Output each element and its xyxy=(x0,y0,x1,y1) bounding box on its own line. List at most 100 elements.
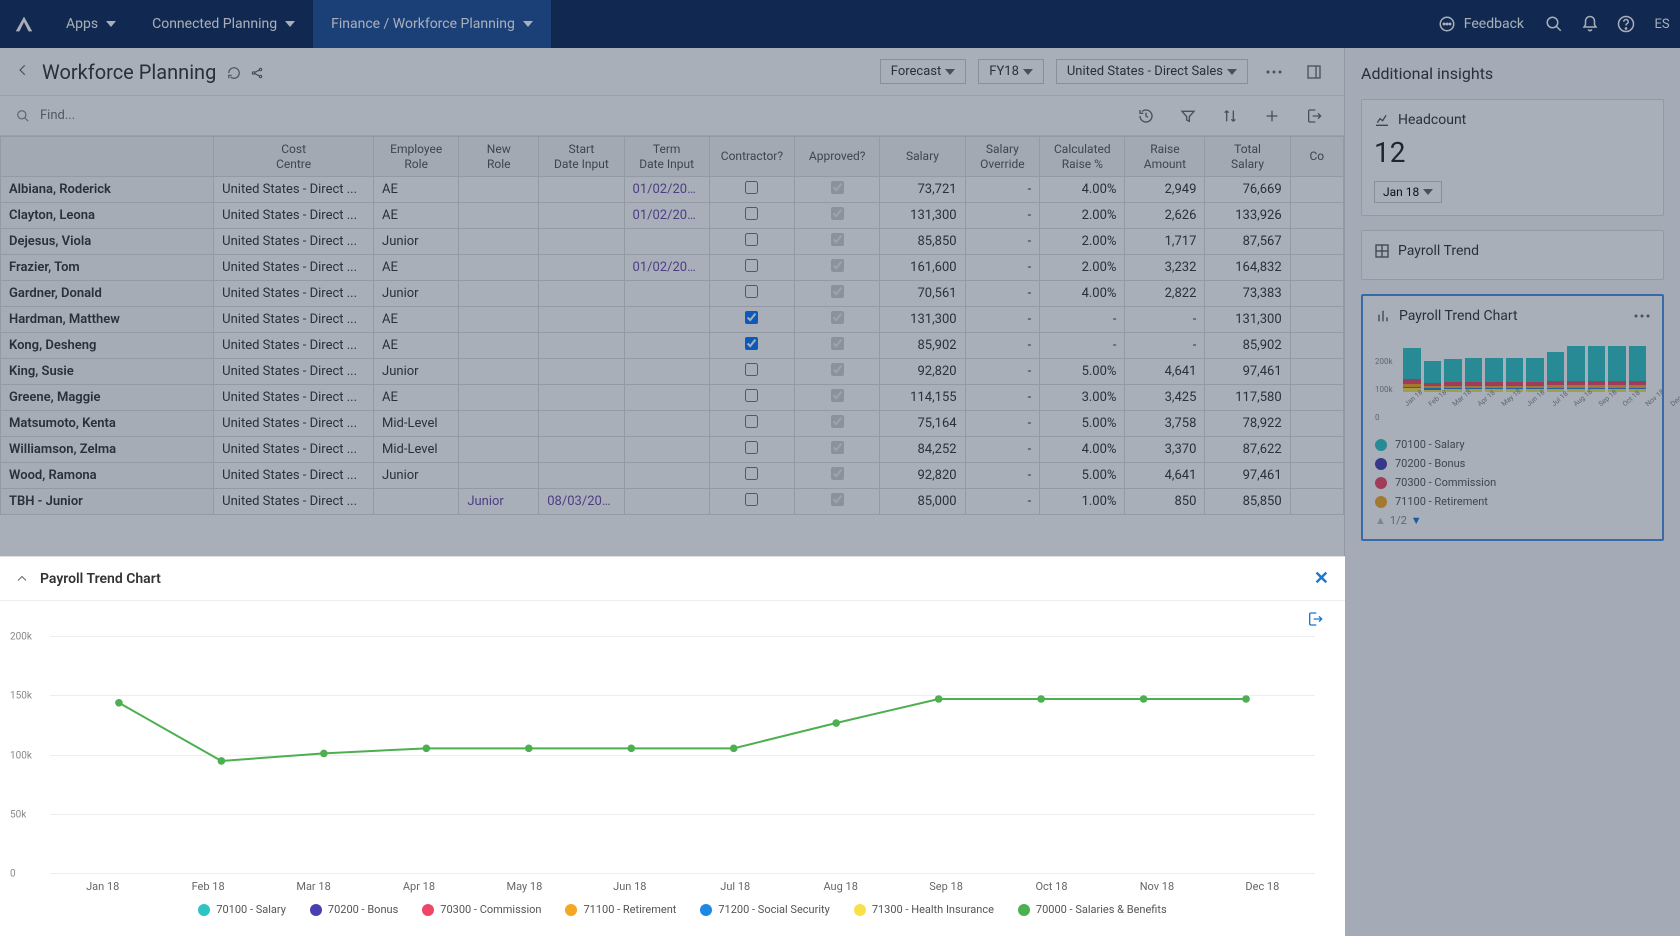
chart-plot: 050k100k150k200k xyxy=(50,637,1315,874)
apps-menu[interactable]: Apps xyxy=(48,0,134,48)
col-header[interactable]: NewRole xyxy=(459,137,539,177)
x-tick: Nov 18 xyxy=(1118,880,1195,893)
help-button[interactable] xyxy=(1608,0,1644,48)
chevron-down-icon xyxy=(1227,67,1237,77)
checkbox[interactable] xyxy=(745,207,758,220)
sort-button[interactable] xyxy=(1216,102,1244,130)
col-header[interactable]: TermDate Input xyxy=(624,137,709,177)
refresh-icon[interactable] xyxy=(227,66,241,80)
checkbox[interactable] xyxy=(745,493,758,506)
col-header[interactable]: Co xyxy=(1290,137,1343,177)
export-icon xyxy=(1306,108,1322,124)
legend-pager[interactable]: ▲1/2▼ xyxy=(1375,514,1650,527)
col-header[interactable]: EmployeeRole xyxy=(374,137,459,177)
export-button[interactable] xyxy=(1300,102,1328,130)
tab-label: Connected Planning xyxy=(152,16,277,32)
month-selector[interactable]: Jan 18 xyxy=(1374,181,1442,203)
table-row[interactable]: Wood, Ramona United States - Direct ... … xyxy=(1,463,1344,489)
checkbox[interactable] xyxy=(745,285,758,298)
checkbox[interactable] xyxy=(831,493,844,506)
payroll-trend-card[interactable]: Payroll Trend xyxy=(1361,230,1664,280)
checkbox[interactable] xyxy=(745,259,758,272)
col-header[interactable]: SalaryOverride xyxy=(965,137,1040,177)
checkbox[interactable] xyxy=(831,389,844,402)
table-row[interactable]: King, Susie United States - Direct ... J… xyxy=(1,359,1344,385)
table-row[interactable]: Gardner, Donald United States - Direct .… xyxy=(1,281,1344,307)
col-header[interactable]: Salary xyxy=(880,137,965,177)
checkbox[interactable] xyxy=(745,467,758,480)
chevron-down-icon xyxy=(945,67,955,77)
table-row[interactable]: Williamson, Zelma United States - Direct… xyxy=(1,437,1344,463)
table-row[interactable]: Matsumoto, Kenta United States - Direct … xyxy=(1,411,1344,437)
region-selector[interactable]: United States - Direct Sales xyxy=(1056,59,1248,84)
card-more-icon[interactable] xyxy=(1634,314,1650,318)
chevron-down-icon xyxy=(106,19,116,29)
checkbox[interactable] xyxy=(831,467,844,480)
table-row[interactable]: Clayton, Leona United States - Direct ..… xyxy=(1,203,1344,229)
checkbox[interactable] xyxy=(745,233,758,246)
table-row[interactable]: Dejesus, Viola United States - Direct ..… xyxy=(1,229,1344,255)
checkbox[interactable] xyxy=(831,441,844,454)
col-header[interactable]: Approved? xyxy=(795,137,880,177)
filter-button[interactable] xyxy=(1174,102,1202,130)
table-row[interactable]: Frazier, Tom United States - Direct ... … xyxy=(1,255,1344,281)
col-header[interactable]: CalculatedRaise % xyxy=(1040,137,1125,177)
feedback-button[interactable]: Feedback xyxy=(1426,15,1536,33)
page-title: Workforce Planning xyxy=(42,60,264,84)
table-row[interactable]: Albiana, Roderick United States - Direct… xyxy=(1,177,1344,203)
share-icon[interactable] xyxy=(250,66,264,80)
checkbox[interactable] xyxy=(831,207,844,220)
checkbox[interactable] xyxy=(745,389,758,402)
checkbox[interactable] xyxy=(831,311,844,324)
chart-panel-header: Payroll Trend Chart ✕ xyxy=(0,557,1345,601)
history-button[interactable] xyxy=(1132,102,1160,130)
more-options-button[interactable] xyxy=(1260,58,1288,86)
table-row[interactable]: Kong, Desheng United States - Direct ...… xyxy=(1,333,1344,359)
checkbox[interactable] xyxy=(745,441,758,454)
checkbox[interactable] xyxy=(831,285,844,298)
x-tick: Jul 18 xyxy=(697,880,774,893)
table-row[interactable]: Hardman, Matthew United States - Direct … xyxy=(1,307,1344,333)
panel-toggle-button[interactable] xyxy=(1300,58,1328,86)
close-button[interactable]: ✕ xyxy=(1314,568,1329,589)
table-row[interactable]: Greene, Maggie United States - Direct ..… xyxy=(1,385,1344,411)
checkbox[interactable] xyxy=(745,363,758,376)
col-header[interactable]: StartDate Input xyxy=(539,137,624,177)
table-row[interactable]: TBH - Junior United States - Direct ... … xyxy=(1,489,1344,515)
checkbox[interactable] xyxy=(745,415,758,428)
col-header[interactable]: TotalSalary xyxy=(1205,137,1290,177)
col-header[interactable]: CostCentre xyxy=(214,137,374,177)
checkbox[interactable] xyxy=(831,233,844,246)
tab-connected-planning[interactable]: Connected Planning xyxy=(134,0,313,48)
checkbox[interactable] xyxy=(831,259,844,272)
chevron-down-icon xyxy=(285,19,295,29)
checkbox[interactable] xyxy=(745,181,758,194)
find-input[interactable] xyxy=(40,108,1122,123)
checkbox[interactable] xyxy=(831,415,844,428)
chevron-up-icon[interactable] xyxy=(16,573,28,585)
tab-finance-workforce[interactable]: Finance / Workforce Planning xyxy=(313,0,551,48)
headcount-card[interactable]: Headcount 12 Jan 18 xyxy=(1361,99,1664,216)
export-icon xyxy=(1307,611,1323,627)
checkbox[interactable] xyxy=(745,337,758,350)
col-header[interactable]: RaiseAmount xyxy=(1125,137,1205,177)
checkbox[interactable] xyxy=(831,363,844,376)
checkbox[interactable] xyxy=(745,311,758,324)
search-button[interactable] xyxy=(1536,0,1572,48)
row-name: Williamson, Zelma xyxy=(1,437,214,463)
checkbox[interactable] xyxy=(831,181,844,194)
checkbox[interactable] xyxy=(831,337,844,350)
back-button[interactable] xyxy=(16,62,30,81)
forecast-selector[interactable]: Forecast xyxy=(880,59,966,84)
fy-selector[interactable]: FY18 xyxy=(978,59,1044,84)
x-tick: May 18 xyxy=(486,880,563,893)
user-avatar[interactable]: ES xyxy=(1644,0,1680,48)
legend-item: 71300 - Health Insurance xyxy=(854,903,994,916)
app-logo[interactable] xyxy=(0,0,48,48)
col-header[interactable]: Contractor? xyxy=(709,137,794,177)
chart-export-button[interactable] xyxy=(1301,605,1329,633)
notifications-button[interactable] xyxy=(1572,0,1608,48)
row-name: Greene, Maggie xyxy=(1,385,214,411)
add-button[interactable] xyxy=(1258,102,1286,130)
payroll-chart-card[interactable]: Payroll Trend Chart 200k 100k 0 Jan 18Fe… xyxy=(1361,294,1664,541)
